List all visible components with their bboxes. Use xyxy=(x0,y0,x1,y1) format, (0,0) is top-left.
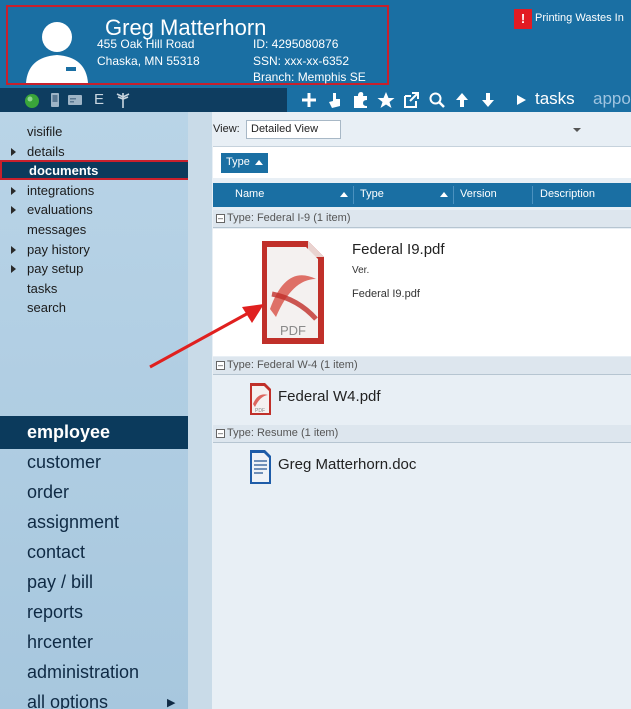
expand-arrow-icon[interactable] xyxy=(11,148,16,156)
sidebar: visifile details documents integrations eval… xyxy=(0,112,203,709)
document-row-resume[interactable]: Greg Matterhorn.doc xyxy=(213,443,631,489)
tasks-tab[interactable]: tasks xyxy=(535,89,575,109)
nav-item-administration[interactable]: administration xyxy=(27,662,139,683)
expand-arrow-icon[interactable] xyxy=(11,246,16,254)
document-name[interactable]: Greg Matterhorn.doc xyxy=(278,456,416,473)
external-link-icon[interactable] xyxy=(403,91,419,109)
document-filename: Federal I9.pdf xyxy=(352,288,420,300)
appointments-tab[interactable]: appo xyxy=(593,89,631,109)
doc-icon xyxy=(250,450,271,484)
sidebar-item-tasks[interactable]: tasks xyxy=(27,281,57,296)
expand-arrow-icon[interactable] xyxy=(11,206,16,214)
toolbar-right xyxy=(287,88,631,112)
group-header-federal-w4[interactable]: – Type: Federal W-4 (1 item) xyxy=(213,357,631,375)
sidebar-strip xyxy=(188,112,212,709)
column-version[interactable]: Version xyxy=(460,188,497,200)
view-select-value: Detailed View xyxy=(251,123,319,135)
document-version: Ver. xyxy=(352,265,370,276)
employee-ssn: SSN: xxx-xx-6352 xyxy=(253,54,350,68)
hand-pointer-icon[interactable] xyxy=(327,91,343,109)
e-icon[interactable]: E xyxy=(92,91,106,109)
sidebar-item-pay-history[interactable]: pay history xyxy=(27,242,90,257)
play-arrow-icon xyxy=(517,95,526,105)
alert-icon: ! xyxy=(514,9,532,29)
plus-icon[interactable] xyxy=(301,91,317,109)
group-header-text: Type: Resume (1 item) xyxy=(227,427,339,439)
sidebar-item-messages[interactable]: messages xyxy=(27,222,86,237)
phone-icon[interactable] xyxy=(50,91,60,109)
sidebar-item-pay-setup[interactable]: pay setup xyxy=(27,261,83,276)
toolbar: E tasks appo xyxy=(0,88,631,112)
svg-text:PDF: PDF xyxy=(280,323,306,338)
document-name[interactable]: Federal W4.pdf xyxy=(278,388,381,405)
nav-item-reports[interactable]: reports xyxy=(27,602,83,623)
nav-item-assignment[interactable]: assignment xyxy=(27,512,119,533)
alert-message[interactable]: ! Printing Wastes In xyxy=(514,9,631,31)
document-name[interactable]: Federal I9.pdf xyxy=(352,241,445,258)
arrow-down-icon[interactable] xyxy=(481,91,495,109)
arrow-up-icon[interactable] xyxy=(455,91,469,109)
more-options-arrow-icon[interactable]: ▶ xyxy=(167,696,175,709)
column-separator[interactable] xyxy=(453,186,454,204)
group-by-type-label: Type xyxy=(226,156,250,168)
nav-item-all-options[interactable]: all options xyxy=(27,692,108,709)
column-separator[interactable] xyxy=(353,186,354,204)
group-header-text: Type: Federal I-9 (1 item) xyxy=(227,212,351,224)
address-line-2: Chaska, MN 55318 xyxy=(97,54,200,68)
sidebar-item-documents[interactable]: documents xyxy=(0,160,202,180)
expand-arrow-icon[interactable] xyxy=(11,187,16,195)
nav-item-contact[interactable]: contact xyxy=(27,542,85,563)
group-by-bar: Type xyxy=(213,146,631,178)
profile-box: Greg Matterhorn 455 Oak Hill Road Chaska… xyxy=(6,5,389,85)
column-header-row: Name Type Version Description xyxy=(213,183,631,207)
employee-branch: Branch: Memphis SE xyxy=(253,70,366,84)
column-description[interactable]: Description xyxy=(540,188,595,200)
caduceus-icon[interactable] xyxy=(116,91,130,109)
sidebar-item-search[interactable]: search xyxy=(27,300,66,315)
status-green-icon[interactable] xyxy=(24,91,40,109)
nav-item-pay-bill[interactable]: pay / bill xyxy=(27,572,93,593)
sidebar-item-integrations[interactable]: integrations xyxy=(27,183,94,198)
nav-item-order[interactable]: order xyxy=(27,482,69,503)
sort-up-icon xyxy=(255,160,263,165)
group-by-type-button[interactable]: Type xyxy=(221,153,268,173)
employee-header: Greg Matterhorn 455 Oak Hill Road Chaska… xyxy=(0,0,631,88)
expand-arrow-icon[interactable] xyxy=(11,265,16,273)
annotation-arrow xyxy=(149,304,264,369)
address-line-1: 455 Oak Hill Road xyxy=(97,37,195,51)
collapse-icon[interactable]: – xyxy=(216,214,225,223)
star-icon[interactable] xyxy=(377,91,395,109)
column-separator[interactable] xyxy=(532,186,533,204)
view-select[interactable]: Detailed View xyxy=(246,120,581,139)
collapse-icon[interactable]: – xyxy=(216,429,225,438)
nav-item-customer[interactable]: customer xyxy=(27,452,101,473)
avatar-icon xyxy=(26,22,88,83)
group-header-federal-i9[interactable]: – Type: Federal I-9 (1 item) xyxy=(213,210,631,228)
sidebar-item-evaluations[interactable]: evaluations xyxy=(27,202,93,217)
nav-item-employee[interactable]: employee xyxy=(27,422,110,443)
pdf-icon: PDF xyxy=(250,383,271,415)
sidebar-item-label: documents xyxy=(29,163,99,178)
search-icon[interactable] xyxy=(429,91,445,109)
svg-text:PDF: PDF xyxy=(255,408,265,414)
alert-text: Printing Wastes In xyxy=(535,12,624,24)
column-type[interactable]: Type xyxy=(360,188,384,200)
column-name[interactable]: Name xyxy=(235,188,264,200)
sidebar-item-visifile[interactable]: visifile xyxy=(27,124,62,139)
sidebar-item-details[interactable]: details xyxy=(27,144,65,159)
chevron-down-icon xyxy=(573,128,581,132)
toolbar-left: E xyxy=(0,88,287,112)
sort-up-icon[interactable] xyxy=(340,192,348,197)
document-row-federal-w4[interactable]: PDF Federal W4.pdf xyxy=(213,374,631,421)
group-header-resume[interactable]: – Type: Resume (1 item) xyxy=(213,425,631,443)
view-label: View: xyxy=(213,123,240,135)
puzzle-icon[interactable] xyxy=(352,91,369,109)
document-row-federal-i9[interactable]: PDF Federal I9.pdf Ver. Federal I9.pdf xyxy=(213,229,631,356)
card-icon[interactable] xyxy=(67,91,83,109)
sort-up-icon[interactable] xyxy=(440,192,448,197)
employee-id: ID: 4295080876 xyxy=(253,37,339,51)
nav-item-hrcenter[interactable]: hrcenter xyxy=(27,632,93,653)
